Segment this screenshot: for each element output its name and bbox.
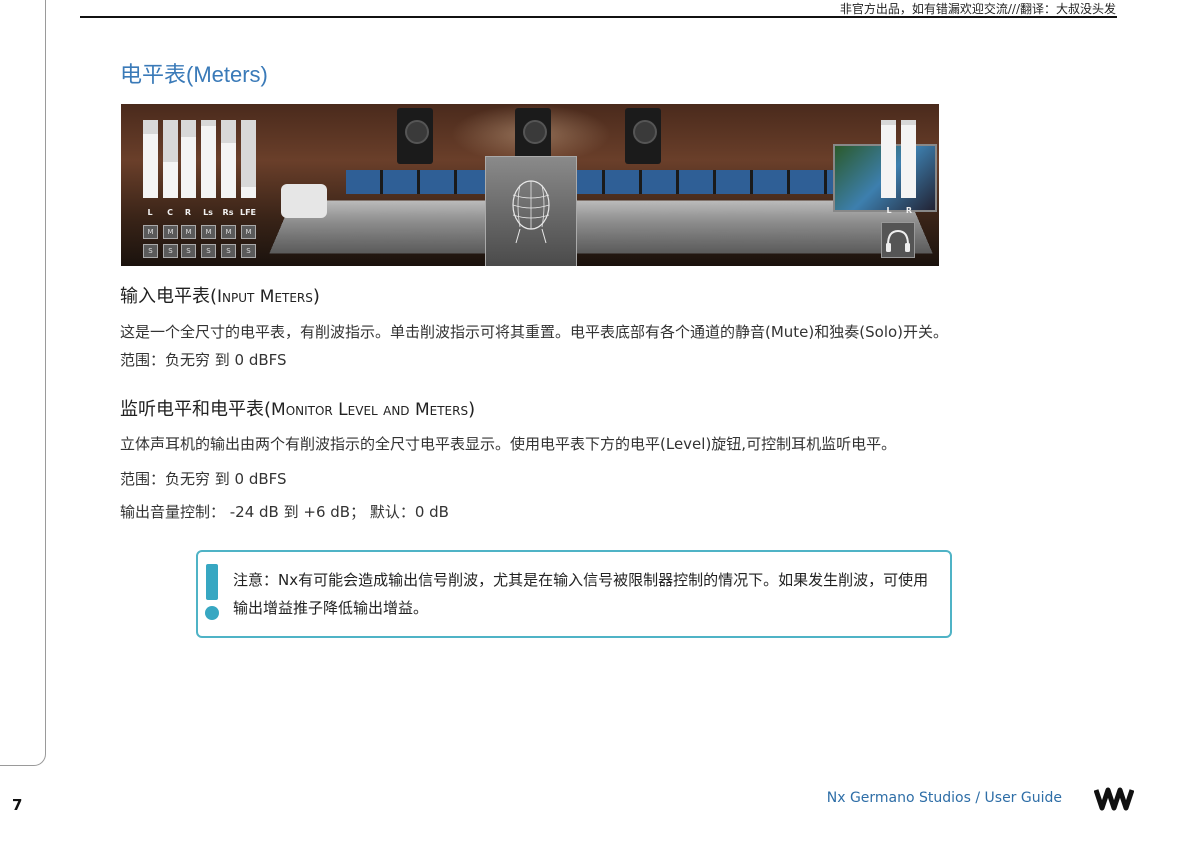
meter-rs[interactable] <box>221 120 236 198</box>
meter-label: L <box>147 208 153 217</box>
head-tracking-panel[interactable] <box>485 156 577 266</box>
mute-button[interactable]: M <box>221 225 236 239</box>
head-icon <box>512 180 550 244</box>
meter-label: Rs <box>222 208 234 217</box>
mute-button[interactable]: M <box>163 225 178 239</box>
meter-ls[interactable] <box>201 120 216 198</box>
headphones-icon <box>886 229 910 252</box>
note-box: 注意：Nx有可能会造成输出信号削波，尤其是在输入信号被限制器控制的情况下。如果发… <box>196 550 952 638</box>
monitor-control: 输出音量控制： -24 dB 到 +6 dB； 默认：0 dB <box>120 503 449 521</box>
meter-out-r[interactable] <box>901 120 916 198</box>
solo-button[interactable]: S <box>181 244 196 258</box>
page-frame <box>0 0 46 766</box>
speaker-icon <box>397 108 433 164</box>
meter-label: Ls <box>203 208 213 217</box>
speaker-icon <box>625 108 661 164</box>
mute-button[interactable]: M <box>181 225 196 239</box>
header-rule <box>80 16 1117 18</box>
meter-lfe[interactable] <box>241 120 256 198</box>
footer-title: Nx Germano Studios / User Guide <box>826 790 1062 806</box>
section-title: 电平表(Meters) <box>120 62 268 87</box>
solo-button[interactable]: S <box>163 244 178 258</box>
solo-button[interactable]: S <box>241 244 256 258</box>
header-note: 非官方出品，如有错漏欢迎交流///翻译：大叔没头发 <box>839 2 1116 16</box>
meter-label: L <box>886 206 892 215</box>
meter-l[interactable] <box>143 120 158 198</box>
exclamation-icon <box>204 564 220 620</box>
note-text: 注意：Nx有可能会造成输出信号削波，尤其是在输入信号被限制器控制的情况下。如果发… <box>233 571 929 617</box>
meter-label: R <box>905 206 913 215</box>
input-meters-desc: 这是一个全尺寸的电平表，有削波指示。单击削波指示可将其重置。电平表底部有各个通道… <box>120 323 949 341</box>
monitor-desc: 立体声耳机的输出由两个有削波指示的全尺寸电平表显示。使用电平表下方的电平(Lev… <box>120 435 897 453</box>
waves-logo-icon <box>1093 782 1135 816</box>
meter-label: LFE <box>239 208 257 217</box>
mute-button[interactable]: M <box>241 225 256 239</box>
meter-r[interactable] <box>181 120 196 198</box>
studio-image: L C R Ls Rs LFE M M M M M M S S S S S S … <box>121 104 939 266</box>
console-screens <box>346 170 836 194</box>
phone-icon <box>281 184 327 218</box>
meter-out-l[interactable] <box>881 120 896 198</box>
input-meters-range: 范围：负无穷 到 0 dBFS <box>120 351 287 369</box>
input-meters-heading: 输入电平表(Input Meters) <box>120 286 320 307</box>
meter-label: R <box>184 208 192 217</box>
meter-c[interactable] <box>163 120 178 198</box>
solo-button[interactable]: S <box>221 244 236 258</box>
headphones-level-button[interactable] <box>881 222 915 258</box>
mute-button[interactable]: M <box>201 225 216 239</box>
solo-button[interactable]: S <box>143 244 158 258</box>
solo-button[interactable]: S <box>201 244 216 258</box>
mute-button[interactable]: M <box>143 225 158 239</box>
monitor-heading: 监听电平和电平表(Monitor Level and Meters) <box>120 399 476 420</box>
page-number: 7 <box>12 796 23 814</box>
meter-label: C <box>167 208 173 217</box>
monitor-range: 范围：负无穷 到 0 dBFS <box>120 470 287 488</box>
